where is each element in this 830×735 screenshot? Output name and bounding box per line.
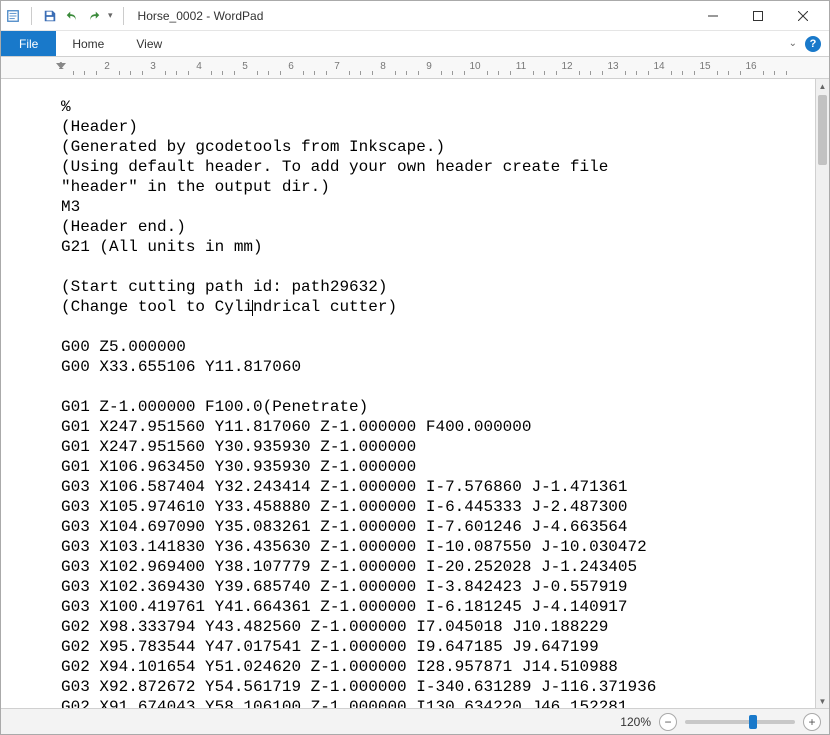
vertical-scrollbar[interactable]: ▲ ▼ [815,79,829,708]
help-icon[interactable]: ? [805,36,821,52]
document-content[interactable]: % (Header) (Generated by gcodetools from… [1,79,815,708]
titlebar-separator [31,7,32,25]
qat-dropdown-icon[interactable]: ▾ [108,10,113,21]
tab-view[interactable]: View [120,31,178,56]
titlebar-left: ▾ Horse_0002 - WordPad [5,7,263,25]
undo-icon[interactable] [64,8,80,24]
ruler-number: 11 [516,61,526,72]
ruler[interactable]: 12345678910111213141516 [1,57,829,79]
close-button[interactable] [780,1,825,31]
document-area: % (Header) (Generated by gcodetools from… [1,79,829,708]
zoom-out-button[interactable]: − [659,713,677,731]
redo-icon[interactable] [86,8,102,24]
ruler-number: 13 [607,61,618,72]
ruler-number: 10 [469,61,480,72]
ruler-number: 15 [699,61,710,72]
zoom-label: 120% [620,715,651,729]
zoom-slider[interactable] [685,720,795,724]
ruler-number: 12 [561,61,572,72]
statusbar: 120% − + [1,708,829,734]
ruler-track: 12345678910111213141516 [1,61,829,75]
ruler-number: 5 [242,61,248,72]
zoom-in-button[interactable]: + [803,713,821,731]
scroll-down-icon[interactable]: ▼ [816,694,829,708]
window-title: Horse_0002 - WordPad [138,9,264,23]
window-controls [690,1,825,31]
maximize-button[interactable] [735,1,780,31]
ribbon-right: ⌄ ? [789,31,829,56]
scroll-thumb[interactable] [818,95,827,165]
tab-file[interactable]: File [1,31,56,56]
ribbon-collapse-icon[interactable]: ⌄ [789,38,797,49]
ruler-number: 9 [426,61,432,72]
zoom-slider-thumb[interactable] [749,715,757,729]
ruler-number: 14 [653,61,664,72]
ruler-number: 7 [334,61,340,72]
ruler-number: 4 [196,61,202,72]
ruler-number: 6 [288,61,294,72]
scroll-up-icon[interactable]: ▲ [816,79,829,93]
ruler-indent-marker[interactable] [56,63,66,69]
ruler-number: 8 [380,61,386,72]
ruler-number: 2 [104,61,110,72]
titlebar: ▾ Horse_0002 - WordPad [1,1,829,31]
tab-home[interactable]: Home [56,31,120,56]
titlebar-separator-2 [123,7,124,25]
app-icon [5,8,21,24]
ruler-number: 16 [745,61,756,72]
ruler-number: 3 [150,61,156,72]
ribbon: File Home View ⌄ ? [1,31,829,57]
minimize-button[interactable] [690,1,735,31]
save-icon[interactable] [42,8,58,24]
